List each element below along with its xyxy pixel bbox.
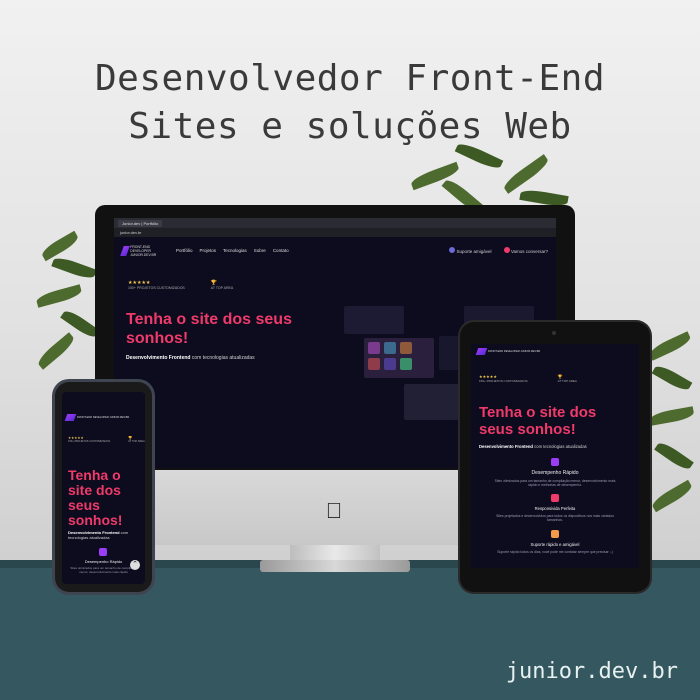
tablet-feature-3-text: Suporte rápido todos os dias, você pode … bbox=[497, 550, 613, 554]
tablet-hero-title: Tenha o site dos seus sonhos! bbox=[479, 404, 597, 438]
tablet-stat-top: 🏆 AT TOP AREA bbox=[557, 374, 577, 383]
support-icon bbox=[551, 530, 559, 538]
phone-hero-subtitle: Desenvolvimento Frontend com tecnologias… bbox=[68, 530, 129, 540]
phone-logo[interactable]: FRONT-END DEVELOPER JUNIOR.DEV.BR bbox=[64, 414, 129, 421]
browser-tab-bar: Junior.dev | Portfólio bbox=[114, 218, 556, 228]
chat-icon bbox=[503, 247, 510, 253]
tablet-feature-1-text: Sites otimizados para um tamanho de comp… bbox=[494, 479, 616, 487]
chevron-up-icon[interactable]: ⌃ bbox=[130, 560, 140, 570]
tablet-feature-3-title: Suporte rápido e amigável bbox=[530, 542, 580, 547]
contact-item[interactable]: Vamos conversar? bbox=[503, 247, 548, 254]
tablet-feature-1-title: Desempenho Rápido bbox=[531, 470, 579, 476]
tablet-hero-subtitle: Desenvolvimento Frontend com tecnologias… bbox=[479, 444, 587, 449]
headline-line-1: Desenvolvedor Front-End bbox=[95, 58, 605, 99]
stat-projects: ★★★★★ 150+ PROJETOS CUSTOMIZADOS bbox=[128, 280, 185, 290]
phone-hero-title: Tenha o site dos seus sonhos! bbox=[68, 467, 123, 528]
logo-mark-icon bbox=[475, 348, 488, 355]
speed-icon bbox=[551, 458, 559, 466]
phone-stat-top: 🏆 AT TOP AREA bbox=[128, 436, 145, 443]
headline-line-2: Sites e soluções Web bbox=[128, 106, 572, 147]
nav-projetos[interactable]: Projetos bbox=[200, 248, 217, 253]
stat-top: 🏆 AT TOP AREA bbox=[210, 280, 234, 290]
apple-logo-icon:  bbox=[323, 500, 345, 522]
tablet-feature-2-text: Sites projetados e desenvolvidos para to… bbox=[496, 514, 614, 522]
phone-screen: FRONT-END DEVELOPER JUNIOR.DEV.BR ★★★★★ 1… bbox=[62, 392, 145, 584]
nav-portfolio[interactable]: Portfólio bbox=[176, 248, 193, 253]
site-logo[interactable]: FRONT-END DEVELOPER JUNIOR.DEV.BR bbox=[120, 245, 166, 257]
speed-icon bbox=[99, 548, 107, 556]
footer-url: junior.dev.br bbox=[505, 659, 678, 684]
support-item[interactable]: Suporte amigável bbox=[449, 247, 492, 254]
url-text: junior.dev.br bbox=[120, 230, 142, 235]
tablet-camera bbox=[552, 331, 556, 335]
tablet-stat-projects: ★★★★★ 150+ PROJETOS CUSTOMIZADOS bbox=[479, 374, 528, 383]
hero-title: Tenha o site dos seus sonhos! bbox=[126, 311, 292, 347]
hero-subtitle: Desenvolvimento Frontend com tecnologias… bbox=[126, 355, 255, 361]
nav-tecnologias[interactable]: Tecnologias bbox=[223, 248, 247, 253]
phone-stat-projects: ★★★★★ 150+ PROJETOS CUSTOMIZADOS bbox=[68, 436, 111, 443]
tablet-feature-2-title: Responsivida Perfeita bbox=[534, 506, 576, 511]
nav-contato[interactable]: Contato bbox=[273, 248, 289, 253]
browser-tab[interactable]: Junior.dev | Portfólio bbox=[118, 219, 163, 227]
logo-mark-icon bbox=[120, 246, 131, 256]
responsive-icon bbox=[551, 494, 559, 502]
support-icon bbox=[449, 247, 456, 253]
stats-row: ★★★★★ 150+ PROJETOS CUSTOMIZADOS 🏆 AT TO… bbox=[128, 280, 233, 290]
url-bar[interactable]: junior.dev.br bbox=[114, 228, 556, 237]
nav-sobre[interactable]: Sobre bbox=[254, 248, 266, 253]
site-nav: FRONT-END DEVELOPER JUNIOR.DEV.BR Portfó… bbox=[114, 242, 556, 262]
tablet-screen: FRONT-END DEVELOPER JUNIOR.DEV.BR ★★★★★ 1… bbox=[471, 344, 639, 568]
tablet-logo[interactable]: FRONT-END DEVELOPER JUNIOR.DEV.BR bbox=[475, 348, 540, 355]
logo-mark-icon bbox=[64, 414, 77, 421]
logo-text: FRONT-END DEVELOPER JUNIOR.DEV.BR bbox=[130, 245, 157, 257]
